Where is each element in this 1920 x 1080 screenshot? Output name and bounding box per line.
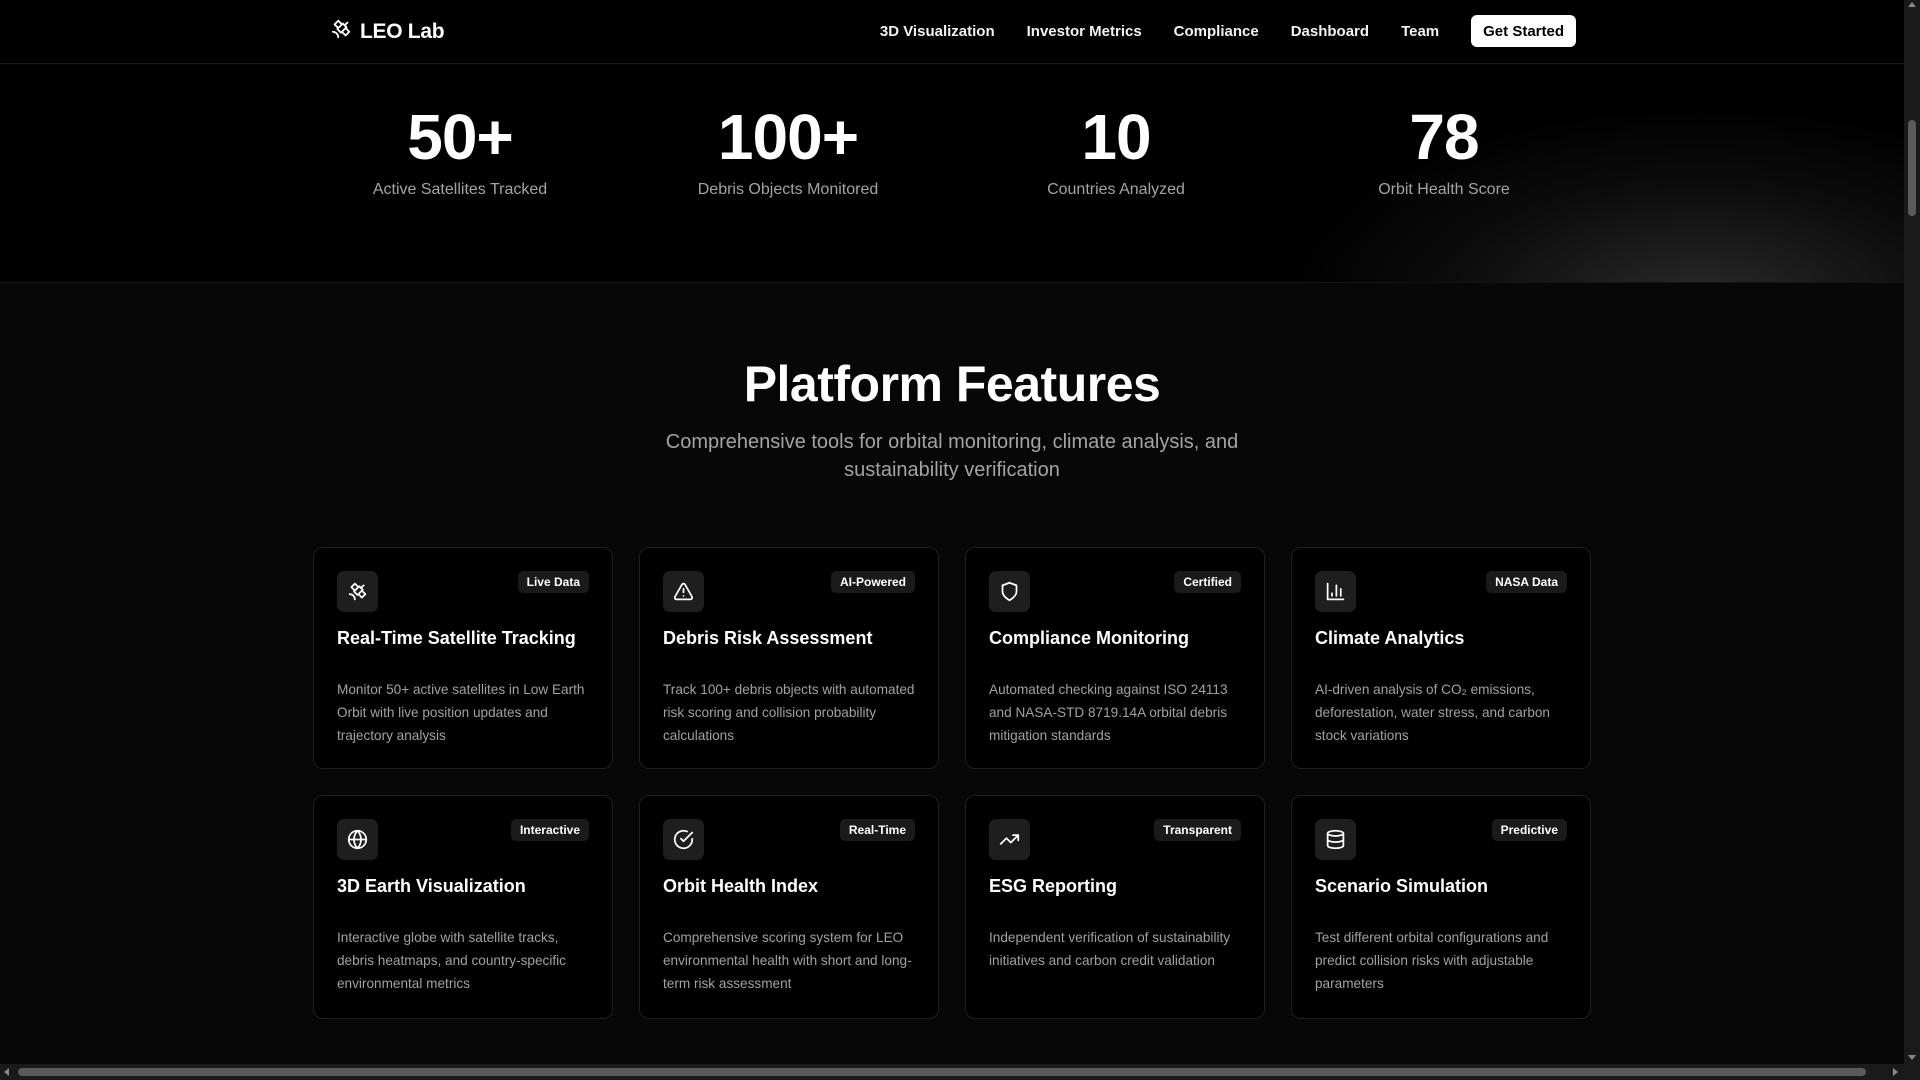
- feature-description: Monitor 50+ active satellites in Low Ear…: [337, 682, 585, 743]
- features-title: Platform Features: [743, 356, 1161, 412]
- stat-orbit-health: 78 Orbit Health Score: [1284, 105, 1604, 199]
- nav-link-3d-visualization[interactable]: 3D Visualization: [880, 23, 995, 40]
- stat-value: 50+: [407, 101, 514, 173]
- stat-label: Active Satellites Tracked: [372, 181, 548, 198]
- scroll-left-arrow-icon[interactable]: [4, 1068, 9, 1076]
- stat-value: 78: [1409, 101, 1479, 173]
- feature-title: Climate Analytics: [1315, 628, 1465, 648]
- feature-card-3d-earth[interactable]: Interactive 3D Earth Visualization Inter…: [313, 795, 613, 1019]
- feature-title: Orbit Health Index: [663, 876, 819, 896]
- nav-link-investor-metrics[interactable]: Investor Metrics: [1027, 23, 1142, 40]
- page-viewport: LEO Lab 3D Visualization Investor Metric…: [0, 0, 1904, 1064]
- stat-label: Orbit Health Score: [1378, 181, 1510, 198]
- feature-title: ESG Reporting: [989, 876, 1118, 896]
- feature-description: Track 100+ debris objects with automated…: [663, 682, 915, 743]
- stats-band: 50+ Active Satellites Tracked 100+ Debri…: [0, 65, 1904, 283]
- feature-description: Automated checking against ISO 24113 and…: [989, 682, 1228, 743]
- stat-label: Countries Analyzed: [1047, 181, 1185, 198]
- scrollbar-corner: [1904, 1064, 1920, 1080]
- feature-badge: Transparent: [1154, 819, 1241, 841]
- feature-card-scenario-simulation[interactable]: Predictive Scenario Simulation Test diff…: [1291, 795, 1591, 1019]
- feature-card-debris-risk[interactable]: AI-Powered Debris Risk Assessment Track …: [639, 547, 939, 769]
- stat-value: 10: [1081, 101, 1151, 173]
- bar-chart-icon: [1315, 571, 1356, 612]
- scroll-right-arrow-icon[interactable]: [1893, 1068, 1898, 1076]
- feature-title: Compliance Monitoring: [989, 628, 1189, 648]
- feature-title: Scenario Simulation: [1315, 876, 1489, 896]
- nav-link-dashboard[interactable]: Dashboard: [1291, 23, 1369, 40]
- stat-debris: 100+ Debris Objects Monitored: [628, 105, 948, 199]
- vertical-scrollbar[interactable]: [1904, 0, 1920, 1064]
- horizontal-scrollbar[interactable]: [0, 1064, 1904, 1080]
- stat-label: Debris Objects Monitored: [697, 181, 879, 198]
- feature-card-compliance[interactable]: Certified Compliance Monitoring Automate…: [965, 547, 1265, 769]
- satellite-icon: [337, 571, 378, 612]
- feature-badge: AI-Powered: [830, 571, 915, 593]
- nav-link-team[interactable]: Team: [1401, 23, 1439, 40]
- feature-badge: Certified: [1174, 571, 1241, 593]
- feature-description: Comprehensive scoring system for LEO env…: [663, 930, 912, 991]
- globe-icon: [337, 819, 378, 860]
- feature-badge: Predictive: [1491, 819, 1567, 841]
- feature-card-satellite-tracking[interactable]: Live Data Real-Time Satellite Tracking M…: [313, 547, 613, 769]
- nav-link-compliance[interactable]: Compliance: [1174, 23, 1259, 40]
- feature-card-climate-analytics[interactable]: NASA Data Climate Analytics AI-driven an…: [1291, 547, 1591, 769]
- brand-name: LEO Lab: [360, 19, 445, 43]
- stat-countries: 10 Countries Analyzed: [956, 105, 1276, 199]
- stat-value: 100+: [717, 101, 859, 173]
- feature-badge: Interactive: [510, 819, 589, 841]
- feature-card-orbit-health[interactable]: Real-Time Orbit Health Index Comprehensi…: [639, 795, 939, 1019]
- satellite-icon: [330, 18, 352, 45]
- brand-logo[interactable]: LEO Lab: [330, 18, 445, 45]
- vertical-scroll-thumb[interactable]: [1908, 120, 1916, 216]
- check-circle-icon: [663, 819, 704, 860]
- trending-up-icon: [989, 819, 1030, 860]
- feature-title: Real-Time Satellite Tracking: [337, 628, 576, 648]
- stat-satellites: 50+ Active Satellites Tracked: [300, 105, 620, 199]
- feature-description: Interactive globe with satellite tracks,…: [337, 930, 566, 991]
- feature-card-esg-reporting[interactable]: Transparent ESG Reporting Independent ve…: [965, 795, 1265, 1019]
- scroll-down-arrow-icon[interactable]: [1908, 1055, 1916, 1060]
- feature-title: 3D Earth Visualization: [337, 876, 526, 896]
- warning-triangle-icon: [663, 571, 704, 612]
- database-icon: [1315, 819, 1356, 860]
- horizontal-scroll-thumb[interactable]: [18, 1068, 1866, 1076]
- nav-links: 3D Visualization Investor Metrics Compli…: [880, 15, 1576, 47]
- scroll-up-arrow-icon[interactable]: [1908, 2, 1916, 7]
- features-subtitle: Comprehensive tools for orbital monitori…: [665, 431, 1239, 481]
- feature-title: Debris Risk Assessment: [663, 628, 873, 648]
- feature-description: Test different orbital configurations an…: [1315, 930, 1549, 991]
- top-navbar: LEO Lab 3D Visualization Investor Metric…: [0, 0, 1904, 64]
- feature-badge: Real-Time: [839, 819, 915, 841]
- feature-badge: NASA Data: [1486, 571, 1567, 593]
- get-started-button[interactable]: Get Started: [1471, 15, 1576, 47]
- feature-description: Independent verification of sustainabili…: [989, 930, 1231, 968]
- feature-badge: Live Data: [517, 571, 589, 593]
- feature-description: AI-driven analysis of CO₂ emissions, def…: [1315, 682, 1550, 743]
- shield-icon: [989, 571, 1030, 612]
